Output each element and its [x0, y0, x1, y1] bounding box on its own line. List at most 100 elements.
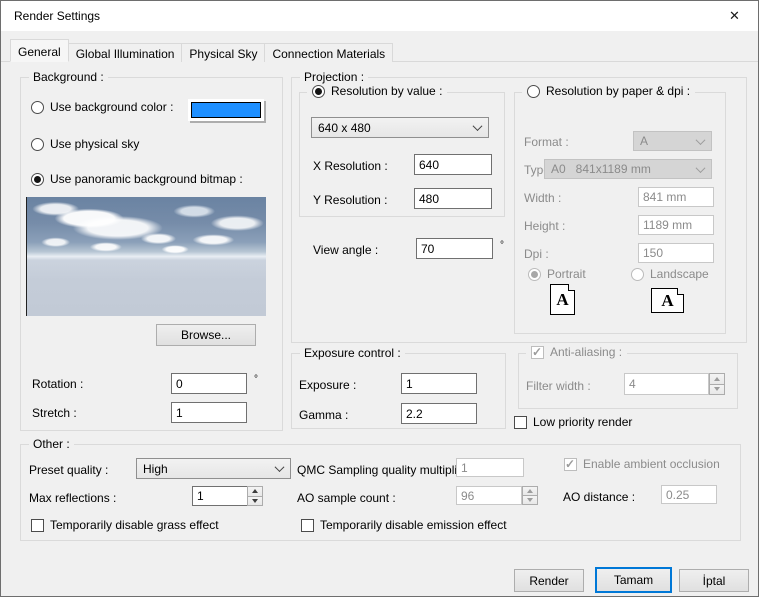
- spinner-up-icon: [709, 373, 725, 385]
- rotation-label: Rotation :: [32, 377, 83, 391]
- paper-width-input: [638, 187, 714, 207]
- chevron-down-icon: [696, 163, 706, 173]
- view-angle-input[interactable]: [416, 238, 493, 259]
- tab-general[interactable]: General: [10, 39, 69, 62]
- y-resolution-input[interactable]: [414, 188, 492, 209]
- rotation-input[interactable]: [171, 373, 247, 394]
- selected-value: High: [143, 462, 168, 476]
- exposure-label: Exposure :: [299, 378, 356, 392]
- landscape-page-icon: A: [651, 288, 684, 313]
- tab-strip: General Global Illumination Physical Sky…: [10, 39, 393, 62]
- cancel-button[interactable]: İptal: [679, 569, 749, 592]
- antialiasing-checkbox: Anti-aliasing :: [526, 345, 627, 359]
- radio-resolution-by-value[interactable]: Resolution by value :: [307, 84, 447, 98]
- radio-use-background-color[interactable]: Use background color :: [31, 100, 173, 114]
- tab-connection-materials[interactable]: Connection Materials: [265, 43, 393, 62]
- radio-landscape: Landscape: [631, 267, 709, 281]
- view-angle-label: View angle :: [313, 243, 378, 257]
- tab-physical-sky[interactable]: Physical Sky: [182, 43, 265, 62]
- background-color-swatch[interactable]: [188, 99, 264, 121]
- ao-sample-count-input: [456, 486, 522, 505]
- page-fold: [677, 288, 684, 295]
- format-dropdown: A: [633, 131, 712, 151]
- max-reflections-label: Max reflections :: [29, 491, 116, 505]
- chevron-down-icon: [275, 462, 285, 472]
- format-label: Format :: [524, 135, 569, 149]
- type-dropdown: A0 841x1189 mm: [544, 159, 712, 179]
- render-button[interactable]: Render: [514, 569, 584, 592]
- window-title: Render Settings: [14, 9, 100, 23]
- x-resolution-input[interactable]: [414, 154, 492, 175]
- checkbox-label: Anti-aliasing :: [550, 345, 622, 359]
- radio-indicator: [31, 138, 44, 151]
- gamma-input[interactable]: [401, 403, 477, 424]
- resolution-preset-dropdown[interactable]: 640 x 480: [311, 117, 489, 138]
- radio-label: Portrait: [547, 267, 586, 281]
- panorama-preview: [26, 197, 266, 316]
- title-bar: Render Settings ✕: [1, 1, 758, 31]
- qmc-multiplier-input: [456, 458, 524, 477]
- radio-label: Resolution by value :: [331, 84, 442, 98]
- radio-label: Use background color :: [50, 100, 173, 114]
- rotation-degree-symbol: °: [254, 374, 258, 385]
- page-letter: A: [556, 290, 568, 310]
- chevron-down-icon: [696, 135, 706, 145]
- radio-label: Resolution by paper & dpi :: [546, 84, 690, 98]
- radio-use-panoramic-bitmap[interactable]: Use panoramic background bitmap :: [31, 172, 243, 186]
- stretch-input[interactable]: [171, 402, 247, 423]
- browse-button[interactable]: Browse...: [156, 324, 256, 346]
- radio-portrait: Portrait: [528, 267, 586, 281]
- checkbox-indicator: [564, 458, 577, 471]
- y-resolution-label: Y Resolution :: [313, 193, 388, 207]
- projection-group-title: Projection :: [300, 70, 368, 84]
- radio-label: Landscape: [650, 267, 709, 281]
- ok-button[interactable]: Tamam: [595, 567, 672, 593]
- radio-indicator: [312, 85, 325, 98]
- max-reflections-input[interactable]: [192, 486, 248, 506]
- preset-quality-dropdown[interactable]: High: [136, 458, 291, 479]
- checkbox-indicator: [301, 519, 314, 532]
- tab-global-illumination[interactable]: Global Illumination: [69, 43, 183, 62]
- checkbox-label: Temporarily disable emission effect: [320, 518, 507, 532]
- filter-width-input: [624, 373, 709, 395]
- radio-use-physical-sky[interactable]: Use physical sky: [31, 137, 139, 151]
- paper-height-input: [638, 215, 714, 235]
- x-resolution-label: X Resolution :: [313, 159, 388, 173]
- ao-distance-input: [661, 485, 717, 504]
- page-fold: [568, 284, 575, 291]
- exposure-group-title: Exposure control :: [300, 346, 405, 360]
- checkbox-label: Temporarily disable grass effect: [50, 518, 219, 532]
- dpi-input: [638, 243, 714, 263]
- stretch-label: Stretch :: [32, 406, 77, 420]
- spinner-down-icon[interactable]: [247, 497, 263, 507]
- selected-value: A: [640, 134, 648, 148]
- radio-label: Use physical sky: [50, 137, 139, 151]
- gamma-label: Gamma :: [299, 408, 348, 422]
- disable-grass-effect-checkbox[interactable]: Temporarily disable grass effect: [31, 518, 219, 532]
- selected-value: 640 x 480: [318, 121, 371, 135]
- radio-indicator: [31, 101, 44, 114]
- render-settings-dialog: Render Settings ✕ General Global Illumin…: [0, 0, 759, 597]
- spinner-up-icon: [522, 486, 538, 496]
- disable-emission-effect-checkbox[interactable]: Temporarily disable emission effect: [301, 518, 507, 532]
- spinner-up-icon[interactable]: [247, 486, 263, 497]
- ao-sample-count-label: AO sample count :: [297, 491, 396, 505]
- filter-width-label: Filter width :: [526, 379, 591, 393]
- close-icon[interactable]: ✕: [712, 2, 757, 30]
- height-label: Height :: [524, 219, 565, 233]
- qmc-multiplier-label: QMC Sampling quality multiplier :: [297, 463, 474, 477]
- ao-distance-label: AO distance :: [563, 490, 635, 504]
- checkbox-indicator: [531, 346, 544, 359]
- chevron-down-icon: [473, 121, 483, 131]
- checkbox-indicator: [31, 519, 44, 532]
- selected-value: A0 841x1189 mm: [551, 162, 651, 176]
- checkbox-indicator: [514, 416, 527, 429]
- exposure-input[interactable]: [401, 373, 477, 394]
- checkbox-label: Low priority render: [533, 415, 632, 429]
- page-letter: A: [661, 291, 673, 311]
- max-reflections-spinner[interactable]: [247, 486, 263, 506]
- width-label: Width :: [524, 191, 561, 205]
- radio-resolution-by-paper[interactable]: Resolution by paper & dpi :: [522, 84, 695, 98]
- low-priority-checkbox[interactable]: Low priority render: [514, 415, 632, 429]
- spinner-down-icon: [522, 496, 538, 505]
